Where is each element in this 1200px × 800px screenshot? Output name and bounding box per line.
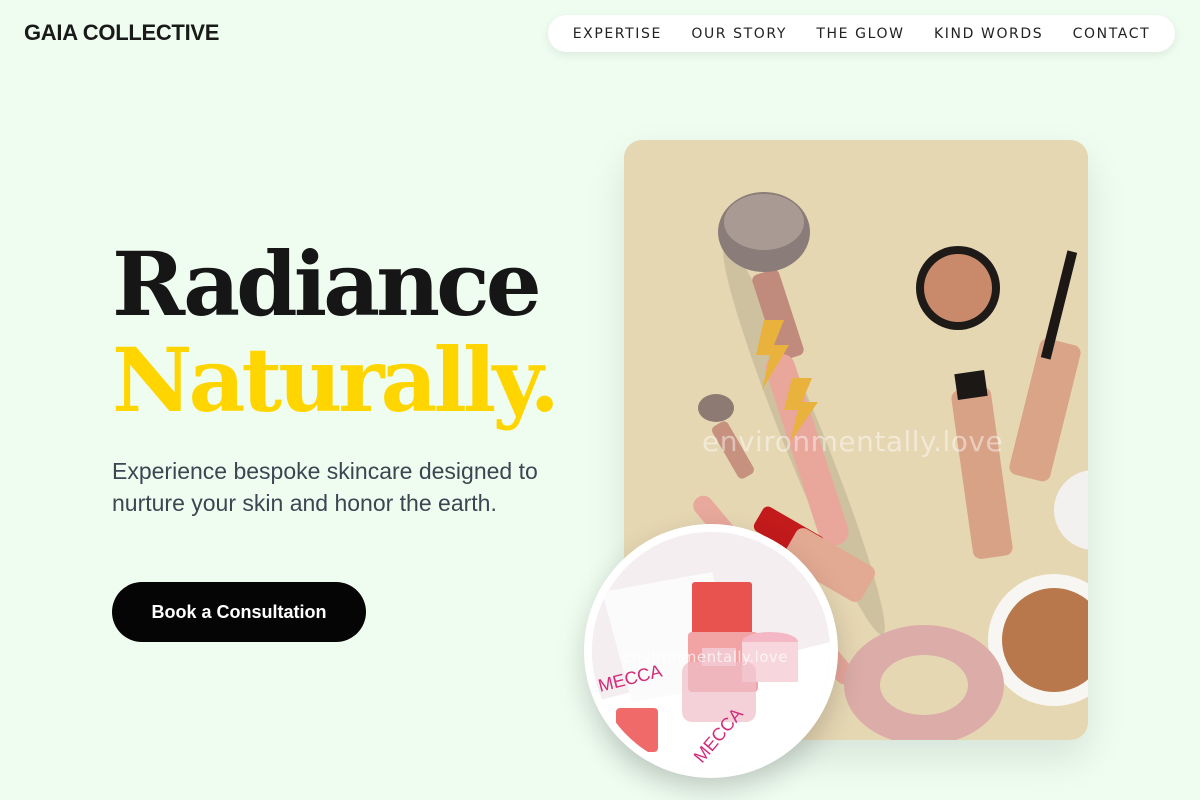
headline-line-1: Radiance [112,232,542,336]
book-consultation-button[interactable]: Book a Consultation [112,582,366,642]
nav-link-our-story[interactable]: OUR STORY [691,26,787,42]
nav-link-expertise[interactable]: EXPERTISE [573,26,662,42]
brand-logo[interactable]: GAIA COLLECTIVE [24,20,219,46]
nav-link-kind-words[interactable]: KIND WORDS [934,26,1043,42]
nav-link-contact[interactable]: CONTACT [1073,26,1151,42]
hero-subcopy: Experience bespoke skincare designed to … [112,458,538,516]
headline-line-2: Naturally. [112,328,560,432]
nav-link-the-glow[interactable]: THE GLOW [816,26,904,42]
packaging-circle-image: MECCA MECCA environmentally.love [584,524,838,778]
packaging-circle-inner: MECCA MECCA environmentally.love [592,532,830,770]
main-nav: EXPERTISE OUR STORY THE GLOW KIND WORDS … [548,15,1175,52]
main-image-watermark: environmentally.love [702,425,1004,458]
landing-page: GAIA COLLECTIVE EXPERTISE OUR STORY THE … [0,0,1200,800]
circle-image-watermark: environmentally.love [622,648,789,666]
hero-headline: Radiance Naturally. [112,232,560,432]
